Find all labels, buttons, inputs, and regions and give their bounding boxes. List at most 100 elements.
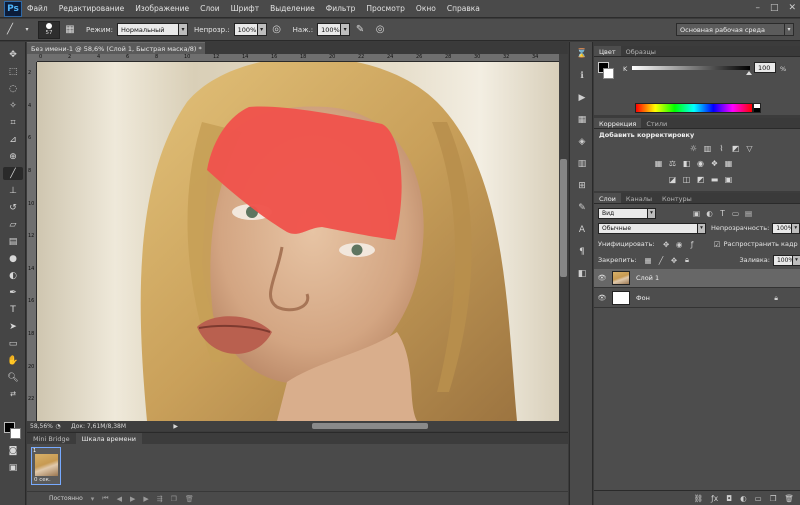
chevron-down-icon[interactable]: ▾ [20,23,34,37]
unify-visibility-icon[interactable]: ◉ [675,240,684,249]
histogram-panel-icon[interactable]: ▥ [576,158,588,170]
eraser-tool-icon[interactable]: ▱ [3,218,23,231]
next-frame-icon[interactable]: ▶ [143,495,148,503]
menu-select[interactable]: Выделение [270,4,315,13]
filter-shape-icon[interactable]: ▭ [731,209,740,218]
brush-tool-icon[interactable]: ╱ [3,23,17,37]
pen-tool-icon[interactable]: ✒ [3,286,23,299]
clone-source-icon[interactable]: ⊞ [576,180,588,192]
lock-pixels-icon[interactable]: ╱ [656,256,665,265]
tween-icon[interactable]: ⇶ [157,495,163,503]
blend-mode-select[interactable]: Обычные [598,222,698,234]
menu-image[interactable]: Изображение [135,4,189,13]
filter-type-icon[interactable]: T [718,209,727,218]
opacity-input[interactable]: 100% [233,23,258,36]
tab-channels[interactable]: Каналы [621,193,657,203]
brightness-contrast-icon[interactable]: ☼ [689,144,698,153]
color-balance-icon[interactable]: ⚖ [668,159,677,168]
threshold-icon[interactable]: ◩ [696,175,705,184]
tab-color[interactable]: Цвет [594,46,621,56]
mode-select[interactable]: Нормальный [117,23,180,36]
airbrush-icon[interactable]: ✎ [353,23,367,37]
menu-filter[interactable]: Фильтр [326,4,356,13]
exposure-icon[interactable]: ◩ [731,144,740,153]
eye-icon[interactable]: 👁︎ [594,294,610,302]
opacity-dropdown-icon[interactable]: ▾ [257,23,267,36]
k-slider-handle[interactable] [746,71,752,75]
layer-name[interactable]: Фон [636,294,650,302]
layer-row[interactable]: 👁︎ Слой 1 [594,269,800,288]
menu-view[interactable]: Просмотр [366,4,405,13]
type-tool-icon[interactable]: T [3,303,23,316]
new-layer-icon[interactable]: ❐ [770,494,777,503]
frame-delay[interactable]: 0 сек. [34,477,51,483]
tab-mini-bridge[interactable]: Mini Bridge [27,433,76,444]
dodge-tool-icon[interactable]: ◐ [3,269,23,282]
delete-layer-icon[interactable]: 🗑︎ [784,494,794,503]
layer-mask-icon[interactable]: ◘ [726,494,732,503]
unify-position-icon[interactable]: ✥ [662,240,671,249]
first-frame-icon[interactable]: ⏮ [102,494,108,503]
menu-file[interactable]: Файл [27,4,48,13]
delete-frame-icon[interactable]: 🗑︎ [185,495,194,503]
document-canvas[interactable] [37,62,559,421]
pressure-size-icon[interactable]: ◎ [373,23,387,37]
brush-preset-picker[interactable]: 57 [38,20,60,39]
workspace-selector[interactable]: Основная рабочая среда ▾ [676,23,794,36]
brush-presets-icon[interactable]: ▦ [576,114,588,126]
filter-smart-object-icon[interactable]: ▤ [744,209,753,218]
eye-icon[interactable]: 👁︎ [594,274,610,282]
history-brush-tool-icon[interactable]: ↺ [3,201,23,214]
selective-color-icon[interactable]: ▣ [724,175,733,184]
filter-pixel-icon[interactable]: ▣ [692,209,701,218]
restore-button[interactable]: □ [770,3,779,13]
document-tab[interactable]: Без имени-1 @ 58,6% (Слой 1, Быстрая мас… [27,42,205,54]
play-icon[interactable]: ▶ [130,495,135,503]
k-channel-slider[interactable] [632,66,750,70]
zoom-tool-icon[interactable]: 🔍︎ [3,371,23,384]
tool-presets-icon[interactable]: ✎ [576,202,588,214]
quick-select-tool-icon[interactable]: ✧ [3,99,23,112]
layer-style-icon[interactable]: ƒx [711,494,718,503]
layer-filter-select[interactable]: Вид [598,207,648,219]
tab-styles[interactable]: Стили [641,118,672,128]
blur-tool-icon[interactable]: ● [3,252,23,265]
layer-opacity-input[interactable]: 100% [772,222,793,234]
menu-edit[interactable]: Редактирование [59,4,124,13]
actions-panel-icon[interactable]: ▶ [576,92,588,104]
filter-adjustment-icon[interactable]: ◐ [705,209,714,218]
lock-all-icon[interactable]: 🔒︎ [682,255,691,265]
color-lookup-icon[interactable]: ▦ [724,159,733,168]
screen-mode-icon[interactable]: ▣ [3,461,23,474]
quick-mask-icon[interactable]: ◙ [3,444,23,457]
brush-tool-icon[interactable]: ╱ [3,167,23,180]
crop-tool-icon[interactable]: ⌗ [3,116,23,129]
pressure-dropdown-icon[interactable]: ▾ [341,23,351,36]
prev-frame-icon[interactable]: ◀ [117,495,122,503]
black-white-icon[interactable]: ◧ [682,159,691,168]
clone-stamp-tool-icon[interactable]: ⊥ [3,184,23,197]
propagate-checkbox[interactable]: ☑ [713,240,722,249]
tab-layers[interactable]: Слои [594,193,621,203]
new-adjustment-icon[interactable]: ◐ [740,494,747,503]
duplicate-frame-icon[interactable]: ❐ [171,495,177,503]
horizontal-scrollbar[interactable] [180,421,568,431]
posterize-icon[interactable]: ◫ [682,175,691,184]
k-channel-input[interactable]: 100 [754,62,776,73]
levels-icon[interactable]: ▥ [703,144,712,153]
new-group-icon[interactable]: ▭ [755,494,762,503]
blend-dropdown-icon[interactable]: ▾ [698,222,706,234]
vertical-scrollbar[interactable] [559,54,568,421]
menu-help[interactable]: Справка [447,4,480,13]
vertical-scroll-thumb[interactable] [560,159,567,277]
menu-type[interactable]: Шрифт [231,4,259,13]
invert-icon[interactable]: ◪ [668,175,677,184]
loop-select[interactable]: Постоянно [49,495,83,502]
character-panel-icon[interactable]: A [576,224,588,236]
lock-position-icon[interactable]: ✥ [669,256,678,265]
lasso-tool-icon[interactable]: ◌ [3,82,23,95]
fill-input[interactable]: 100% [772,254,794,266]
history-panel-icon[interactable]: ⌛ [576,48,588,60]
paragraph-panel-icon[interactable]: ¶ [576,246,588,258]
tab-paths[interactable]: Контуры [657,193,697,203]
